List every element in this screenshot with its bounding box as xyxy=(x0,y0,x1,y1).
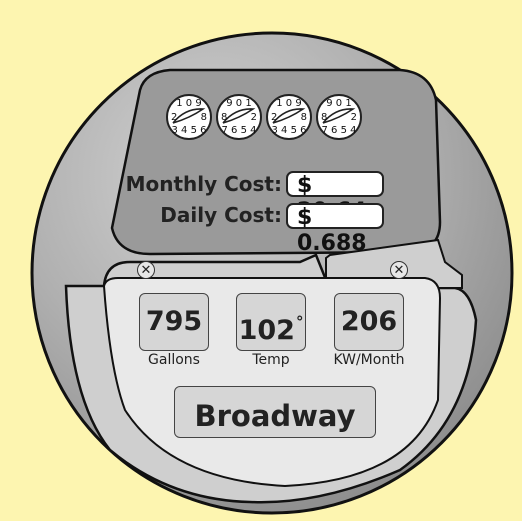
utility-meter-widget: 1 0 9 2 8 3 4 5 6 9 0 1 8 2 7 6 5 4 1 0 … xyxy=(0,0,522,521)
close-icon[interactable]: ✕ xyxy=(390,261,408,279)
dial-2-numerals: 9 0 1 8 2 7 6 5 4 xyxy=(221,98,257,136)
meter-body xyxy=(30,31,514,515)
monthly-cost-label: Monthly Cost: xyxy=(125,172,282,196)
monthly-cost-value: $ 20.64 xyxy=(286,171,384,224)
kw-month-label: KW/Month xyxy=(333,352,405,368)
daily-cost-label: Daily Cost: xyxy=(160,203,282,227)
kw-month-value: 206 xyxy=(334,293,404,351)
close-icon[interactable]: ✕ xyxy=(137,261,155,279)
temp-value: 102° xyxy=(236,293,306,351)
daily-cost-value: $ 0.688 xyxy=(286,203,384,256)
dial-1-numerals: 1 0 9 2 8 3 4 5 6 xyxy=(171,98,207,136)
gallons-value: 795 xyxy=(139,293,209,351)
dial-4-numerals: 9 0 1 8 2 7 6 5 4 xyxy=(321,98,357,136)
dial-3-numerals: 1 0 9 2 8 3 4 5 6 xyxy=(271,98,307,136)
gallons-label: Gallons xyxy=(148,352,200,368)
temp-label: Temp xyxy=(252,352,290,368)
location-button[interactable]: Broadway xyxy=(174,386,376,438)
